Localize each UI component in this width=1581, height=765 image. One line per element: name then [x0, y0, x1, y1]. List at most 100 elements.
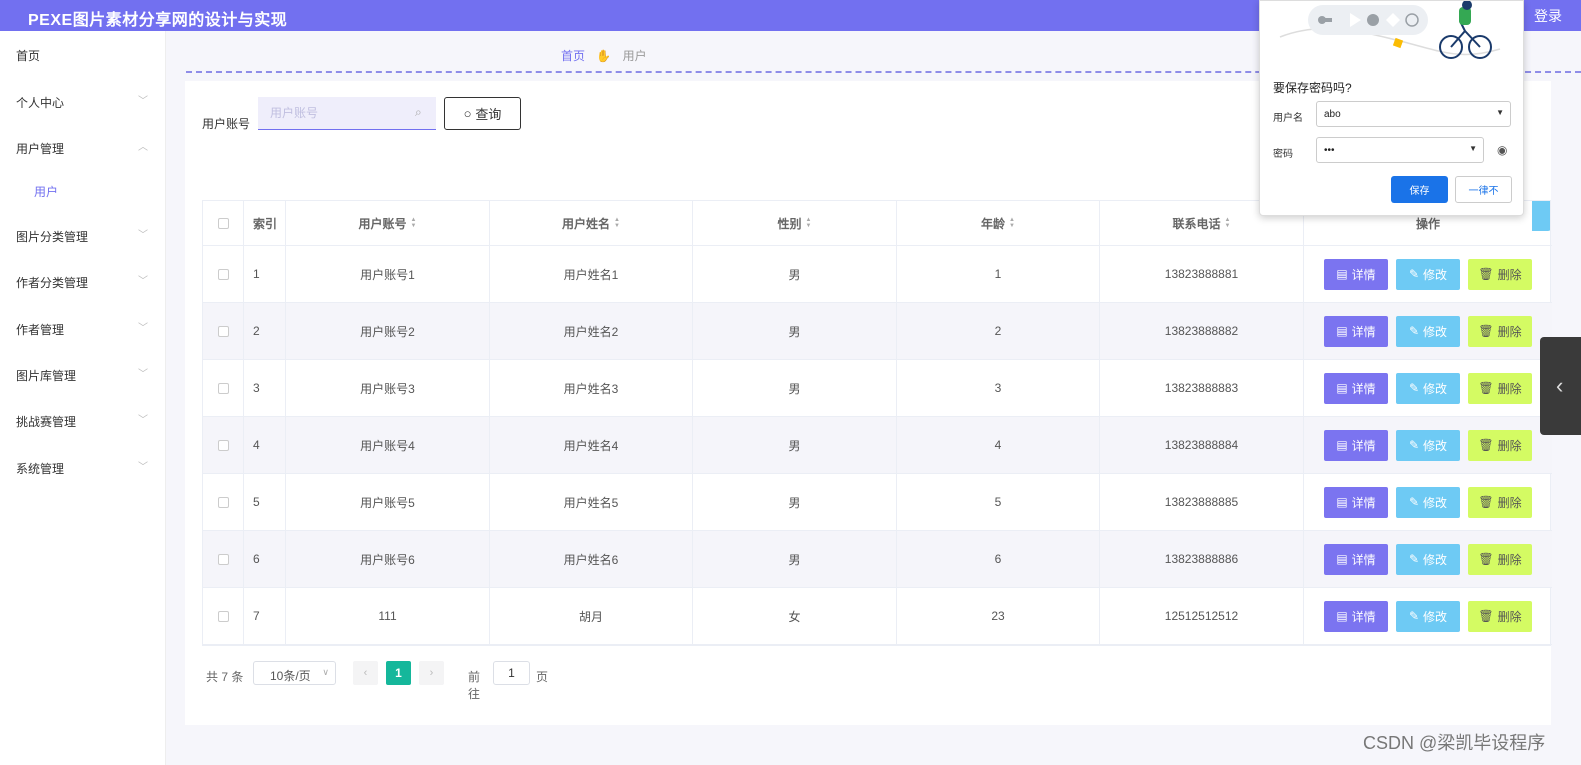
sidebar-item-personal-center[interactable]: 个人中心 ﹀: [0, 86, 166, 116]
document-icon: ▤: [1336, 609, 1348, 623]
cell-phone: 13823888883: [1100, 360, 1304, 416]
username-select[interactable]: abo ▼: [1316, 101, 1511, 127]
row-checkbox[interactable]: [217, 439, 229, 451]
edit-button[interactable]: ✎ 修改: [1396, 315, 1460, 347]
delete-button[interactable]: 🗑 删除: [1468, 315, 1532, 347]
cell-account: 用户账号6: [286, 531, 490, 587]
edit-button[interactable]: ✎ 修改: [1396, 486, 1460, 518]
sidebar-item-system[interactable]: 系统管理 ﹀: [0, 452, 166, 482]
edit-button[interactable]: ✎ 修改: [1396, 543, 1460, 575]
row-checkbox[interactable]: [217, 268, 229, 280]
password-label: 密码: [1273, 149, 1293, 160]
sort-icon[interactable]: ▲ ▼: [411, 217, 417, 229]
save-password-button[interactable]: 保存: [1391, 176, 1448, 203]
row-checkbox[interactable]: [217, 325, 229, 337]
delete-label: 删除: [1497, 381, 1522, 396]
save-password-dialog: 要保存密码吗? 用户名 abo ▼ 密码 ••• ▼ ◉ 保存 一律不: [1259, 0, 1524, 216]
never-save-button[interactable]: 一律不: [1455, 176, 1512, 203]
breadcrumb-home[interactable]: 首页: [561, 49, 585, 63]
edit-button[interactable]: ✎ 修改: [1396, 429, 1460, 461]
cell-age: 2: [897, 303, 1100, 359]
cell-index: 6: [244, 531, 286, 587]
pencil-icon: ✎: [1408, 495, 1420, 509]
chevron-down-icon: ﹀: [138, 323, 148, 334]
delete-button[interactable]: 🗑 删除: [1468, 429, 1532, 461]
trash-icon: 🗑: [1478, 552, 1494, 566]
row-select-cell: [203, 246, 244, 302]
cell-index: 1: [244, 246, 286, 302]
edit-label: 修改: [1423, 324, 1448, 339]
delete-button[interactable]: 🗑 删除: [1468, 258, 1532, 290]
cell-gender: 男: [693, 360, 897, 416]
page-size-select[interactable]: 10条/页 ∨: [253, 661, 336, 685]
sidebar-item-user-management[interactable]: 用户管理 ︿: [0, 132, 166, 162]
sort-icon[interactable]: ▲ ▼: [1225, 217, 1231, 229]
side-collapse-tab[interactable]: ‹: [1540, 337, 1581, 435]
delete-button[interactable]: 🗑 删除: [1468, 543, 1532, 575]
cell-index: 2: [244, 303, 286, 359]
row-checkbox[interactable]: [217, 496, 229, 508]
page-number-active[interactable]: 1: [386, 661, 411, 685]
row-select-cell: [203, 417, 244, 473]
sort-icon[interactable]: ▲ ▼: [1009, 217, 1015, 229]
goto-label: 前往: [468, 670, 481, 701]
header-gender[interactable]: 性别 ▲ ▼: [693, 201, 897, 245]
document-icon: ▤: [1336, 324, 1348, 338]
edit-button[interactable]: ✎ 修改: [1396, 600, 1460, 632]
table-row: 3 用户账号3 用户姓名3 男 3 13823888883 ▤ 详情 ✎ 修改 🗑 删除: [203, 360, 1552, 417]
document-icon: ▤: [1336, 552, 1348, 566]
sidebar-item-home[interactable]: 首页: [0, 39, 166, 69]
sidebar-item-user[interactable]: 用户: [0, 175, 166, 205]
detail-button[interactable]: ▤ 详情: [1324, 429, 1388, 461]
detail-button[interactable]: ▤ 详情: [1324, 600, 1388, 632]
query-button[interactable]: ○ 查询: [444, 97, 521, 130]
sidebar-item-author-category[interactable]: 作者分类管理 ﹀: [0, 266, 166, 296]
save-password-illustration: [1279, 1, 1501, 59]
delete-button[interactable]: 🗑 删除: [1468, 372, 1532, 404]
table-row: 5 用户账号5 用户姓名5 男 5 13823888885 ▤ 详情 ✎ 修改 🗑 删除: [203, 474, 1552, 531]
search-icon: ○: [463, 106, 472, 121]
goto-page-input[interactable]: [493, 661, 530, 685]
password-select[interactable]: ••• ▼: [1316, 137, 1484, 163]
column-header: 性别: [777, 216, 802, 231]
header-account[interactable]: 用户账号 ▲ ▼: [286, 201, 490, 245]
login-link[interactable]: 登录: [1534, 6, 1562, 26]
row-checkbox[interactable]: [217, 382, 229, 394]
cell-name: 用户姓名2: [490, 303, 693, 359]
prev-page-button[interactable]: ‹: [353, 661, 378, 685]
sidebar-item-image-library[interactable]: 图片库管理 ﹀: [0, 359, 166, 389]
sidebar-item-author-management[interactable]: 作者管理 ﹀: [0, 313, 166, 343]
eye-icon[interactable]: ◉: [1497, 143, 1507, 157]
row-checkbox[interactable]: [217, 553, 229, 565]
sidebar-item-challenge[interactable]: 挑战赛管理 ﹀: [0, 405, 166, 435]
sort-icon[interactable]: ▲ ▼: [614, 217, 620, 229]
header-name[interactable]: 用户姓名 ▲ ▼: [490, 201, 693, 245]
cell-phone: 13823888885: [1100, 474, 1304, 530]
edit-button[interactable]: ✎ 修改: [1396, 372, 1460, 404]
sidebar-item-image-category[interactable]: 图片分类管理 ﹀: [0, 220, 166, 250]
cell-actions: ▤ 详情 ✎ 修改 🗑 删除: [1304, 417, 1552, 473]
next-page-button[interactable]: ›: [419, 661, 444, 685]
row-checkbox[interactable]: [217, 610, 229, 622]
search-input[interactable]: [258, 97, 436, 130]
search-label: 用户账号: [202, 117, 251, 131]
detail-button[interactable]: ▤ 详情: [1324, 486, 1388, 518]
header-age[interactable]: 年龄 ▲ ▼: [897, 201, 1100, 245]
detail-button[interactable]: ▤ 详情: [1324, 372, 1388, 404]
sort-icon[interactable]: ▲ ▼: [806, 217, 812, 229]
delete-button[interactable]: 🗑 删除: [1468, 600, 1532, 632]
row-select-cell: [203, 531, 244, 587]
chevron-left-icon: ‹: [363, 667, 368, 679]
select-all-checkbox[interactable]: [217, 217, 229, 229]
column-header: 年龄: [981, 216, 1006, 231]
detail-button[interactable]: ▤ 详情: [1324, 258, 1388, 290]
detail-button[interactable]: ▤ 详情: [1324, 315, 1388, 347]
cell-name: 用户姓名1: [490, 246, 693, 302]
dialog-title: 要保存密码吗?: [1273, 81, 1352, 95]
detail-button[interactable]: ▤ 详情: [1324, 543, 1388, 575]
delete-button[interactable]: 🗑 删除: [1468, 486, 1532, 518]
cell-age: 6: [897, 531, 1100, 587]
cell-gender: 男: [693, 474, 897, 530]
edit-button[interactable]: ✎ 修改: [1396, 258, 1460, 290]
goto-suffix: 页: [536, 670, 549, 684]
